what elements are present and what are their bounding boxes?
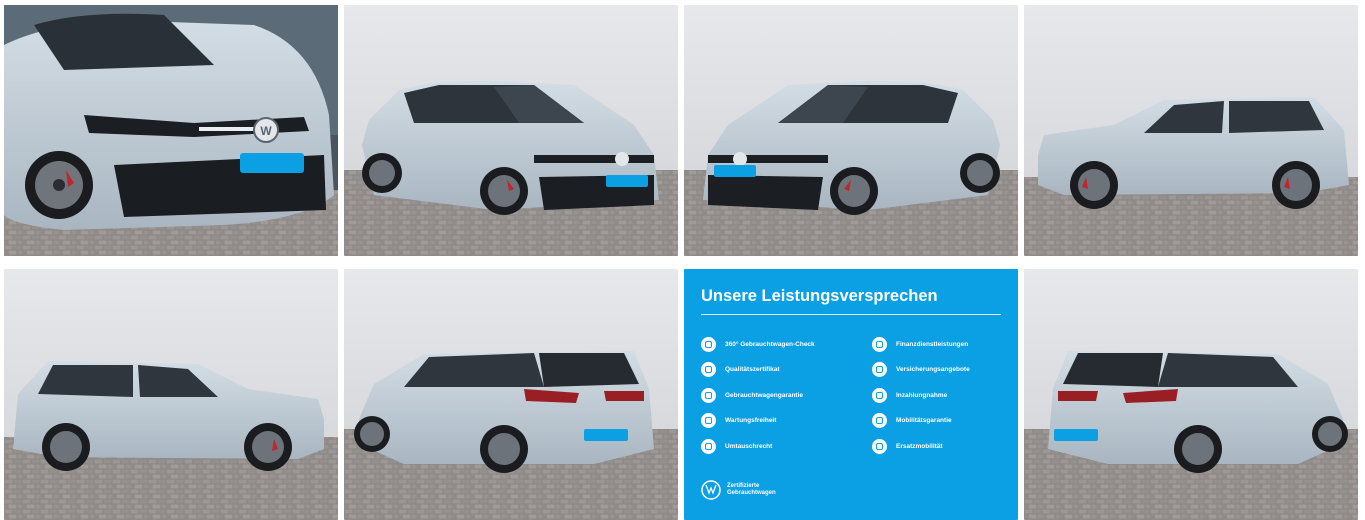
photo-rear-right[interactable] [1024,269,1358,520]
photo-side-right[interactable] [1024,5,1358,256]
promo-title: Unsere Leistungsversprechen [701,287,938,305]
promo-item-mobility: Mobilitätsgarantie [872,412,952,428]
certificate-icon [701,361,716,377]
exchange-icon [701,438,716,454]
photo-front-closeup[interactable]: W [4,5,338,256]
badge-line-2: Gebrauchtwagen [727,490,776,496]
photo-gallery: W Unsere Leistungsversprechen 360° Gebra… [4,5,1360,520]
promo-item-finance: Finanzdienstleistungen [872,336,968,352]
promo-item-certificate: Qualitätszertifikat [701,361,780,377]
check-circle-icon [701,336,716,352]
promo-item-check: 360° Gebrauchtwagen-Check [701,336,815,352]
photo-front-left[interactable] [344,5,678,256]
svg-text:W: W [260,124,272,138]
promo-item-maintenance: Wartungsfreiheit [701,412,776,428]
finance-icon [872,336,887,352]
promo-item-replacement: Ersatzmobilität [872,438,943,454]
photo-front-right[interactable] [684,5,1018,256]
promo-item-warranty: Gebrauchtwagengarantie [701,387,803,403]
promo-item-exchange: Umtauschrecht [701,438,772,454]
mobility-icon [872,412,887,428]
badge-line-1: Zertifizierte [727,483,760,489]
service-promise-card: Unsere Leistungsversprechen 360° Gebrauc… [684,269,1018,520]
wrench-icon [701,412,716,428]
photo-side-left[interactable] [4,269,338,520]
promo-divider [701,314,1001,315]
photo-rear-left[interactable] [344,269,678,520]
certified-badge: Zertifizierte Gebrauchtwagen [701,480,776,500]
insurance-icon [872,361,887,377]
shield-icon [701,387,716,403]
promo-item-trade-in: Inzahlungnahme [872,387,947,403]
promo-item-insurance: Versicherungsangebote [872,361,970,377]
trade-in-icon [872,387,887,403]
replacement-car-icon [872,438,887,454]
vw-logo-icon [701,480,721,500]
